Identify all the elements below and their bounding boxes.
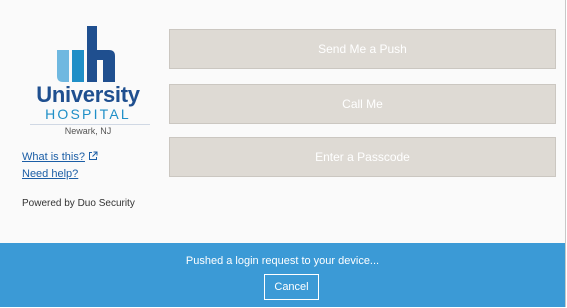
need-help-link[interactable]: Need help?	[22, 168, 78, 181]
status-message: Pushed a login request to your device...	[185, 255, 380, 267]
call-me-button[interactable]: Call Me	[169, 84, 556, 124]
org-name: University	[36, 82, 140, 107]
university-hospital-logo	[57, 26, 115, 82]
logo-divider	[30, 124, 150, 125]
what-is-this-link[interactable]: What is this?	[22, 151, 98, 164]
org-subtitle: HOSPITAL	[45, 106, 131, 122]
powered-by-text: Powered by Duo Security	[22, 198, 135, 209]
send-push-button[interactable]: Send Me a Push	[169, 29, 556, 69]
status-bar: Pushed a login request to your device...…	[0, 243, 565, 307]
external-link-icon	[88, 151, 98, 160]
duo-auth-frame: University HOSPITAL Newark, NJ What is t…	[0, 0, 566, 307]
cancel-button[interactable]: Cancel	[264, 274, 319, 300]
enter-passcode-button[interactable]: Enter a Passcode	[169, 137, 556, 177]
org-location: Newark, NJ	[64, 126, 112, 136]
what-is-this-label: What is this?	[22, 151, 85, 163]
